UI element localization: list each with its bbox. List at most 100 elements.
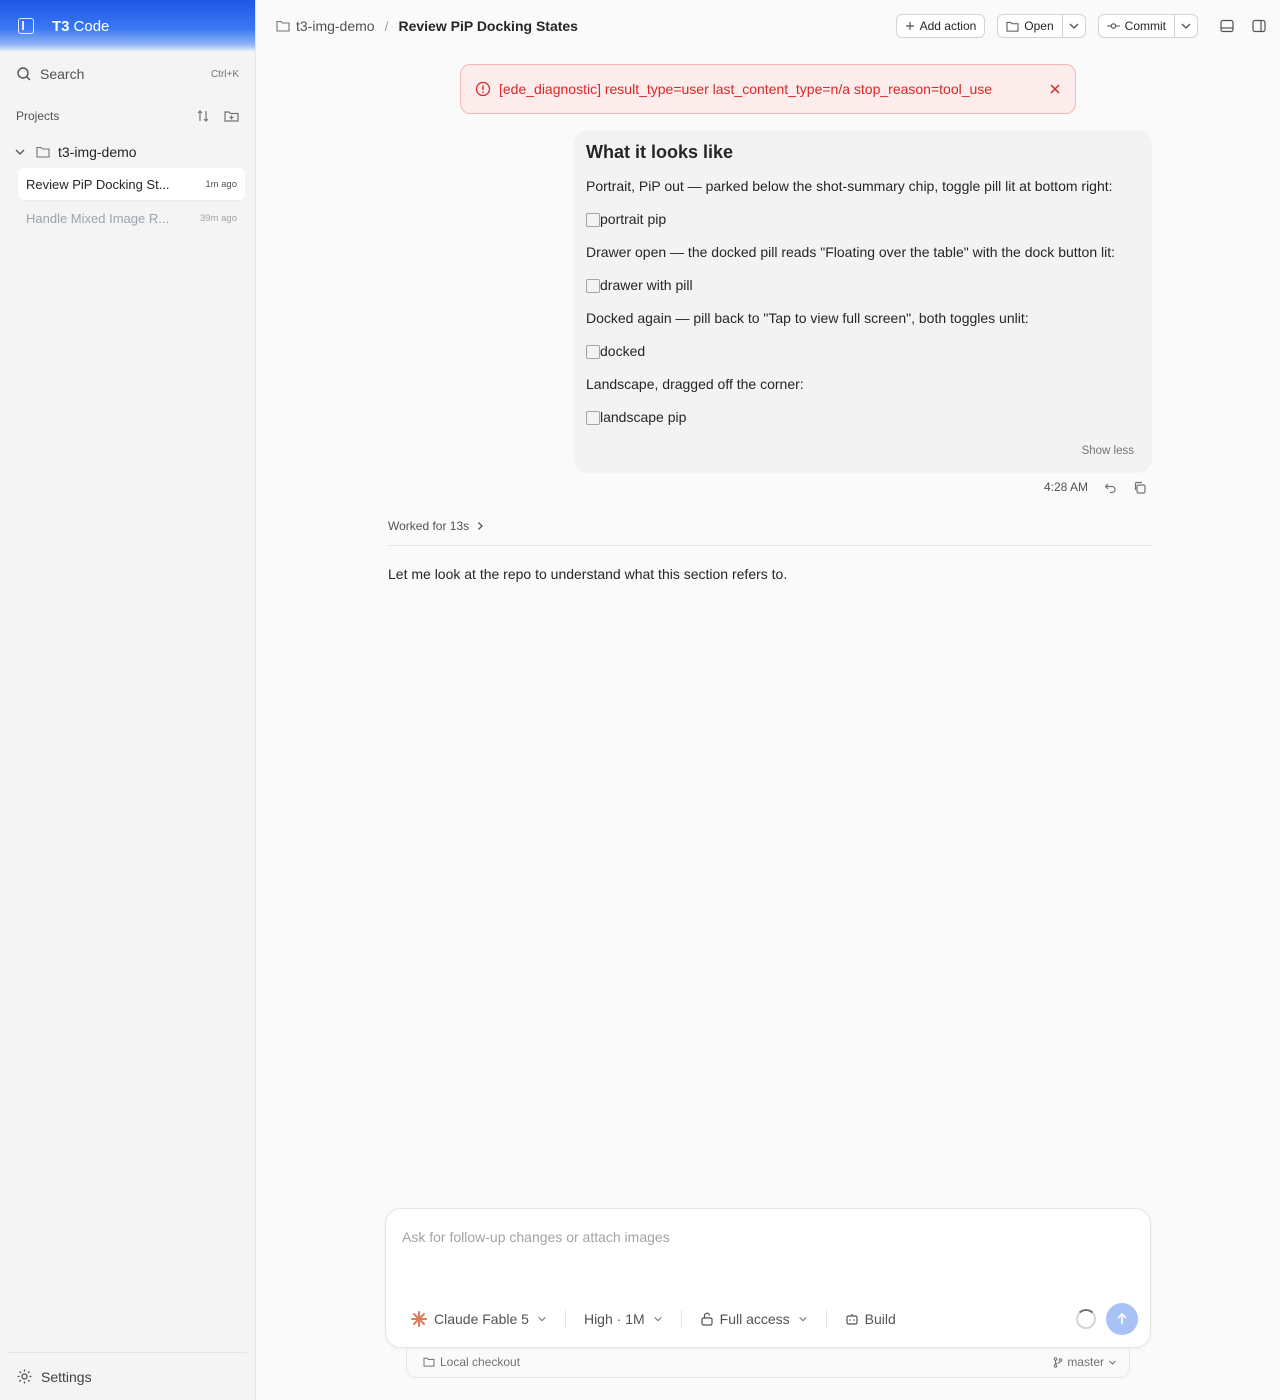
thread-time: 39m ago xyxy=(200,212,237,224)
composer-input[interactable]: Ask for follow-up changes or attach imag… xyxy=(402,1229,670,1245)
message-heading: What it looks like xyxy=(586,142,734,162)
search-icon xyxy=(17,67,31,81)
collapse-sidebar-icon[interactable] xyxy=(18,18,34,34)
thread-title: Review PiP Docking St... xyxy=(26,176,170,192)
projects-label: Projects xyxy=(16,109,60,123)
commit-menu-button[interactable] xyxy=(1175,14,1198,38)
add-action-label: Add action xyxy=(919,19,977,33)
panel-right-icon xyxy=(1252,19,1266,33)
checkout-label: Local checkout xyxy=(440,1355,521,1369)
search-label: Search xyxy=(40,66,85,82)
access-select[interactable]: Full access xyxy=(700,1311,808,1327)
git-branch-icon xyxy=(1054,1356,1063,1368)
broken-image-icon xyxy=(586,344,600,359)
lock-open-icon xyxy=(701,1312,713,1326)
broken-image: docked xyxy=(586,342,1140,361)
gear-icon xyxy=(17,1369,32,1384)
composer-toolbar: Claude Fable 5 High · 1M Full access Bui… xyxy=(410,1303,1138,1335)
broken-image: drawer with pill xyxy=(586,276,1140,295)
message-paragraph: Docked again — pill back to "Tap to view… xyxy=(586,310,1029,326)
folder-icon xyxy=(276,20,290,32)
message-paragraph: Portrait, PiP out — parked below the sho… xyxy=(586,178,1113,194)
add-project-icon[interactable] xyxy=(224,109,239,123)
mode-select[interactable]: Build xyxy=(845,1311,896,1327)
brand-header: T3 Code xyxy=(0,0,255,52)
folder-icon xyxy=(1006,21,1019,32)
image-alt-text: landscape pip xyxy=(600,409,687,425)
effort-select[interactable]: High · 1M xyxy=(584,1311,663,1327)
thread-item-active[interactable]: Review PiP Docking St... 1m ago xyxy=(18,168,245,200)
image-alt-text: drawer with pill xyxy=(600,277,693,293)
thread-item[interactable]: Handle Mixed Image R... 39m ago xyxy=(18,202,245,234)
panel-bottom-icon xyxy=(1220,19,1234,33)
loading-spinner-icon xyxy=(1076,1309,1096,1329)
chevron-down-icon xyxy=(15,149,25,155)
thread-time: 1m ago xyxy=(205,178,237,190)
broken-image-icon xyxy=(586,278,600,293)
settings-button[interactable]: Settings xyxy=(8,1352,247,1400)
worked-toggle[interactable]: Worked for 13s xyxy=(388,519,1152,546)
breadcrumb: t3-img-demo / Review PiP Docking States xyxy=(276,18,578,34)
error-banner: [ede_diagnostic] result_type=user last_c… xyxy=(460,64,1076,114)
assistant-message: Let me look at the repo to understand wh… xyxy=(388,566,788,582)
broken-image-icon xyxy=(586,212,600,227)
sort-icon[interactable] xyxy=(196,109,210,123)
user-message: What it looks like Portrait, PiP out — p… xyxy=(574,130,1152,473)
message-paragraph: Drawer open — the docked pill reads "Flo… xyxy=(586,244,1116,260)
access-label: Full access xyxy=(719,1311,790,1327)
chevron-down-icon xyxy=(1069,23,1079,29)
search-button[interactable]: Search Ctrl+K xyxy=(0,52,255,96)
open-button[interactable]: Open xyxy=(997,14,1063,38)
project-item[interactable]: t3-img-demo xyxy=(0,136,255,168)
search-shortcut: Ctrl+K xyxy=(210,68,239,80)
toggle-right-panel-button[interactable] xyxy=(1248,15,1270,37)
broken-image: portrait pip xyxy=(586,210,1140,229)
worked-label: Worked for 13s xyxy=(388,519,470,533)
model-select[interactable]: Claude Fable 5 xyxy=(410,1310,547,1328)
send-button[interactable] xyxy=(1106,1303,1138,1335)
bot-icon xyxy=(846,1314,858,1325)
commit-label: Commit xyxy=(1124,19,1166,33)
toggle-terminal-button[interactable] xyxy=(1216,15,1238,37)
project-name: t3-img-demo xyxy=(58,144,137,160)
commit-icon xyxy=(1106,23,1120,29)
divider xyxy=(680,1310,682,1328)
chevron-right-icon xyxy=(478,522,484,530)
show-less-button[interactable]: Show less xyxy=(1082,445,1134,457)
projects-header: Projects xyxy=(0,96,255,136)
plus-icon xyxy=(905,22,914,30)
divider xyxy=(564,1310,566,1328)
chevron-down-icon xyxy=(1181,23,1191,29)
undo-icon[interactable] xyxy=(1104,481,1117,494)
broken-image-icon xyxy=(586,410,600,425)
close-icon[interactable] xyxy=(1049,83,1061,95)
top-bar: t3-img-demo / Review PiP Docking States … xyxy=(256,0,1280,52)
model-label: Claude Fable 5 xyxy=(434,1311,529,1327)
message-meta: 4:28 AM xyxy=(1044,480,1146,494)
brand-bold: T3 xyxy=(52,17,70,35)
chevron-down-icon xyxy=(653,1316,662,1322)
broken-image: landscape pip xyxy=(586,408,1140,427)
chevron-down-icon xyxy=(1109,1360,1116,1365)
chevron-down-icon xyxy=(798,1316,807,1322)
checkout-select[interactable]: Local checkout xyxy=(423,1355,520,1369)
add-action-button[interactable]: Add action xyxy=(895,14,986,38)
folder-icon xyxy=(423,1357,435,1367)
image-alt-text: docked xyxy=(600,343,646,359)
divider xyxy=(825,1310,827,1328)
effort-label: High · 1M xyxy=(583,1311,645,1327)
open-label: Open xyxy=(1024,19,1054,33)
breadcrumb-project[interactable]: t3-img-demo xyxy=(296,18,375,34)
error-text: [ede_diagnostic] result_type=user last_c… xyxy=(499,81,993,97)
open-menu-button[interactable] xyxy=(1062,14,1086,38)
copy-icon[interactable] xyxy=(1133,481,1146,494)
message-paragraph: Landscape, dragged off the corner: xyxy=(586,376,804,392)
folder-icon xyxy=(36,146,50,158)
settings-label: Settings xyxy=(41,1368,92,1385)
commit-button[interactable]: Commit xyxy=(1097,14,1175,38)
thread-title: Handle Mixed Image R... xyxy=(26,210,170,226)
claude-logo-icon xyxy=(411,1311,427,1327)
composer: Ask for follow-up changes or attach imag… xyxy=(385,1208,1151,1348)
message-time: 4:28 AM xyxy=(1044,480,1089,494)
branch-select[interactable]: master xyxy=(1053,1355,1117,1369)
